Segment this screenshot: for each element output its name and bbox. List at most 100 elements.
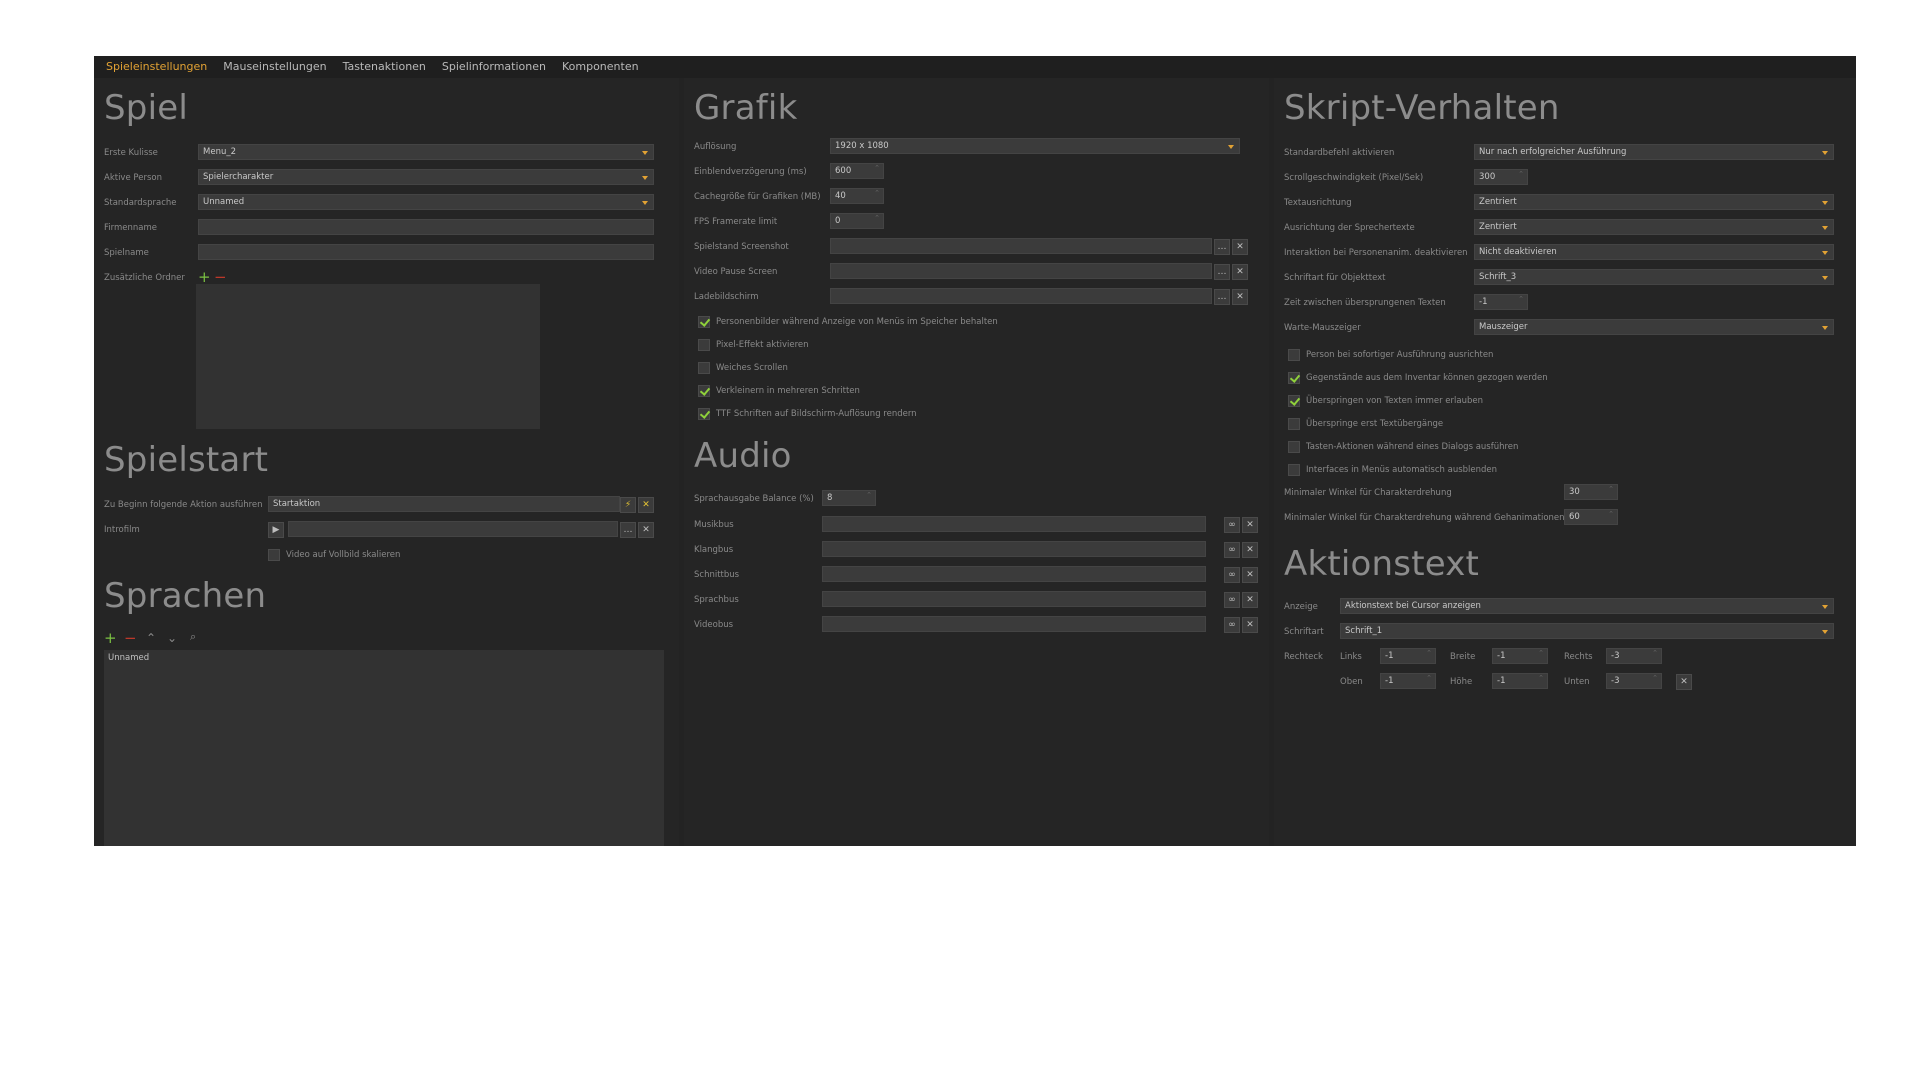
spielname-input[interactable] bbox=[198, 244, 654, 260]
list-item[interactable]: Unnamed bbox=[104, 650, 664, 666]
clear-intro-icon[interactable]: ✕ bbox=[638, 522, 654, 538]
checkbox[interactable] bbox=[698, 385, 710, 397]
aufloesung-select[interactable]: 1920 x 1080 bbox=[830, 138, 1240, 154]
link-icon[interactable]: ∞ bbox=[1224, 517, 1240, 533]
browse-lade-icon[interactable]: … bbox=[1214, 289, 1230, 305]
row-schriftart-objekt: Schriftart für Objekttext Schrift_3 bbox=[1284, 269, 1849, 287]
balance-spinner[interactable]: 8 bbox=[822, 490, 876, 506]
clear-bus-icon[interactable]: ✕ bbox=[1242, 617, 1258, 633]
standardsprache-select[interactable]: Unnamed bbox=[198, 194, 654, 210]
cache-spinner[interactable]: 40 bbox=[830, 188, 884, 204]
breite-spinner[interactable]: -1 bbox=[1492, 648, 1548, 664]
move-down-icon[interactable]: ⌄ bbox=[167, 631, 177, 645]
tab-mauseinstellungen[interactable]: Mauseinstellungen bbox=[215, 56, 334, 78]
warte-select[interactable]: Mauszeiger bbox=[1474, 319, 1834, 335]
vollbild-checkbox[interactable] bbox=[268, 549, 280, 561]
rechts-spinner[interactable]: -3 bbox=[1606, 648, 1662, 664]
audio-bus-field[interactable] bbox=[822, 566, 1206, 582]
label-audio-bus: Sprachbus bbox=[694, 595, 739, 605]
checkbox[interactable] bbox=[1288, 441, 1300, 453]
clear-rect-icon[interactable]: ✕ bbox=[1676, 674, 1692, 690]
checkbox[interactable] bbox=[1288, 418, 1300, 430]
checkbox[interactable] bbox=[1288, 395, 1300, 407]
add-language-button[interactable]: + bbox=[104, 631, 117, 646]
audio-bus-field[interactable] bbox=[822, 591, 1206, 607]
link-icon[interactable]: ∞ bbox=[1224, 592, 1240, 608]
checkbox[interactable] bbox=[1288, 349, 1300, 361]
screenshot-field[interactable] bbox=[830, 238, 1212, 254]
min-winkel-spinner[interactable]: 30 bbox=[1564, 484, 1618, 500]
introfilm-field[interactable] bbox=[288, 521, 618, 537]
erste-kulisse-select[interactable]: Menu_2 bbox=[198, 144, 654, 160]
search-icon[interactable]: ⌕ bbox=[190, 630, 196, 644]
browse-pause-icon[interactable]: … bbox=[1214, 264, 1230, 280]
label-fps: FPS Framerate limit bbox=[694, 217, 778, 227]
clear-bus-icon[interactable]: ✕ bbox=[1242, 592, 1258, 608]
schriftart-objekt-select[interactable]: Schrift_3 bbox=[1474, 269, 1834, 285]
firmenname-input[interactable] bbox=[198, 219, 654, 235]
clear-screenshot-icon[interactable]: ✕ bbox=[1232, 239, 1248, 255]
checkbox[interactable] bbox=[698, 316, 710, 328]
label-audio-bus: Schnittbus bbox=[694, 570, 740, 580]
languages-list[interactable]: Unnamed bbox=[104, 650, 664, 846]
beginn-aktion-field[interactable]: Startaktion bbox=[268, 496, 620, 512]
clear-pause-icon[interactable]: ✕ bbox=[1232, 264, 1248, 280]
tab-tastenaktionen[interactable]: Tastenaktionen bbox=[335, 56, 434, 78]
row-lade: Ladebildschirm … ✕ bbox=[694, 288, 1259, 306]
tab-bar: Spieleinstellungen Mauseinstellungen Tas… bbox=[94, 56, 1856, 78]
clear-action-icon[interactable]: ✕ bbox=[638, 497, 654, 513]
remove-language-button[interactable]: − bbox=[124, 631, 137, 646]
aktive-person-select[interactable]: Spielercharakter bbox=[198, 169, 654, 185]
row-vollbild: Video auf Vollbild skalieren bbox=[268, 546, 568, 564]
min-winkel-geh-spinner[interactable]: 60 bbox=[1564, 509, 1618, 525]
browse-intro-icon[interactable]: … bbox=[620, 522, 636, 538]
links-spinner[interactable]: -1 bbox=[1380, 648, 1436, 664]
section-title-sprachen: Sprachen bbox=[104, 576, 267, 616]
hoehe-spinner[interactable]: -1 bbox=[1492, 673, 1548, 689]
link-icon[interactable]: ∞ bbox=[1224, 542, 1240, 558]
checkbox[interactable] bbox=[698, 408, 710, 420]
browse-screenshot-icon[interactable]: … bbox=[1214, 239, 1230, 255]
checkbox[interactable] bbox=[698, 339, 710, 351]
textausrichtung-select[interactable]: Zentriert bbox=[1474, 194, 1834, 210]
tab-komponenten[interactable]: Komponenten bbox=[554, 56, 647, 78]
add-folder-button[interactable]: + bbox=[198, 270, 211, 285]
clear-bus-icon[interactable]: ✕ bbox=[1242, 567, 1258, 583]
folder-list[interactable] bbox=[196, 284, 540, 429]
tab-spielinformationen[interactable]: Spielinformationen bbox=[434, 56, 554, 78]
standardbefehl-select[interactable]: Nur nach erfolgreicher Ausführung bbox=[1474, 144, 1834, 160]
row-introfilm: Introfilm ▶ … ✕ bbox=[104, 521, 669, 539]
tab-spieleinstellungen[interactable]: Spieleinstellungen bbox=[98, 56, 215, 78]
checkbox[interactable] bbox=[1288, 372, 1300, 384]
sprechertexte-select[interactable]: Zentriert bbox=[1474, 219, 1834, 235]
clear-bus-icon[interactable]: ✕ bbox=[1242, 542, 1258, 558]
move-up-icon[interactable]: ⌃ bbox=[146, 631, 156, 645]
schriftart-aktion-select[interactable]: Schrift_1 bbox=[1340, 623, 1834, 639]
scroll-spinner[interactable]: 300 bbox=[1474, 169, 1528, 185]
pause-field[interactable] bbox=[830, 263, 1212, 279]
label-anzeige: Anzeige bbox=[1284, 602, 1318, 612]
link-icon[interactable]: ∞ bbox=[1224, 567, 1240, 583]
zeit-spinner[interactable]: -1 bbox=[1474, 294, 1528, 310]
link-icon[interactable]: ∞ bbox=[1224, 617, 1240, 633]
audio-bus-field[interactable] bbox=[822, 541, 1206, 557]
interaktion-select[interactable]: Nicht deaktivieren bbox=[1474, 244, 1834, 260]
oben-spinner[interactable]: -1 bbox=[1380, 673, 1436, 689]
play-icon[interactable]: ▶ bbox=[268, 522, 284, 538]
fps-spinner[interactable]: 0 bbox=[830, 213, 884, 229]
checkbox[interactable] bbox=[1288, 464, 1300, 476]
label-interaktion: Interaktion bei Personenanim. deaktivier… bbox=[1284, 248, 1468, 258]
audio-bus-field[interactable] bbox=[822, 616, 1206, 632]
audio-bus-field[interactable] bbox=[822, 516, 1206, 532]
clear-bus-icon[interactable]: ✕ bbox=[1242, 517, 1258, 533]
unten-spinner[interactable]: -3 bbox=[1606, 673, 1662, 689]
einblend-spinner[interactable]: 600 bbox=[830, 163, 884, 179]
checkbox[interactable] bbox=[698, 362, 710, 374]
lightning-icon[interactable]: ⚡ bbox=[620, 497, 636, 513]
remove-folder-button[interactable]: − bbox=[214, 270, 227, 285]
anzeige-select[interactable]: Aktionstext bei Cursor anzeigen bbox=[1340, 598, 1834, 614]
row-rechteck-2: Oben -1 Höhe -1 Unten -3 ✕ bbox=[1284, 673, 1849, 691]
clear-lade-icon[interactable]: ✕ bbox=[1232, 289, 1248, 305]
lade-field[interactable] bbox=[830, 288, 1212, 304]
section-title-aktionstext: Aktionstext bbox=[1284, 544, 1480, 584]
